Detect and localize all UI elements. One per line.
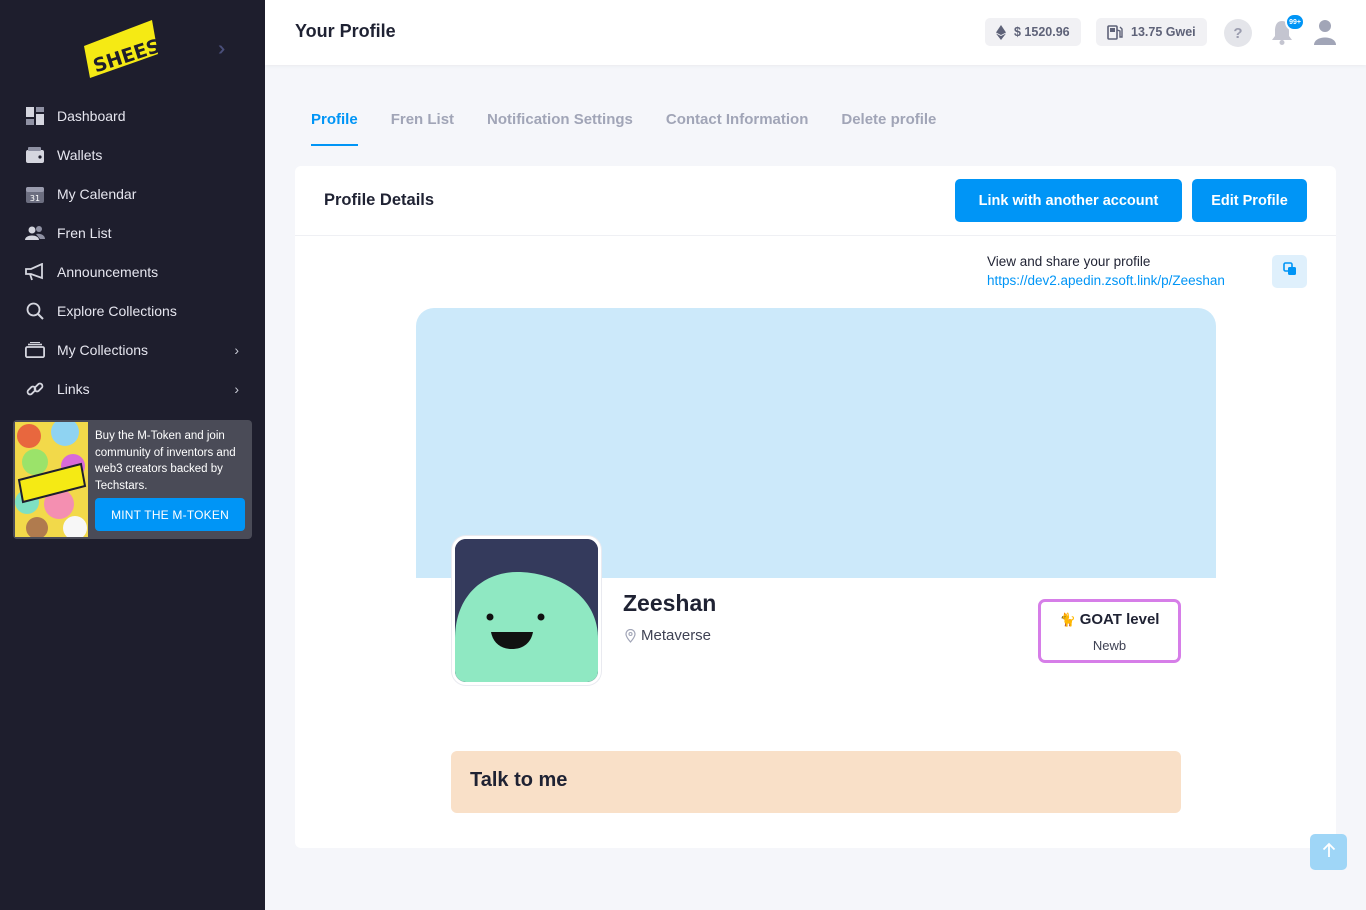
sidebar: SHEESH ›› Dashboard Wallets 31 My Calend… bbox=[0, 0, 265, 910]
profile-location: Metaverse bbox=[625, 627, 711, 644]
megaphone-icon bbox=[25, 262, 45, 282]
card-header: Profile Details Link with another accoun… bbox=[295, 166, 1336, 236]
top-header: Your Profile $ 1520.96 13.75 Gwei ? 99+ bbox=[265, 0, 1366, 65]
sidebar-nav: Dashboard Wallets 31 My Calendar Fren Li… bbox=[0, 96, 265, 408]
profile-share-link[interactable]: https://dev2.apedin.zsoft.link/p/Zeeshan bbox=[987, 273, 1225, 288]
location-pin-icon bbox=[625, 628, 636, 643]
chevron-right-icon: › bbox=[234, 342, 239, 358]
goat-level-title-text: GOAT level bbox=[1079, 611, 1160, 628]
help-button[interactable]: ? bbox=[1224, 19, 1252, 47]
sidebar-item-label: Dashboard bbox=[57, 107, 126, 124]
card-title: Profile Details bbox=[324, 191, 435, 209]
edit-profile-button[interactable]: Edit Profile bbox=[1192, 179, 1307, 222]
copy-link-button[interactable] bbox=[1272, 255, 1307, 288]
sidebar-item-my-calendar[interactable]: 31 My Calendar bbox=[0, 174, 265, 213]
sidebar-item-links[interactable]: Links › bbox=[0, 369, 265, 408]
profile-location-text: Metaverse bbox=[641, 627, 712, 644]
eth-price-badge: $ 1520.96 bbox=[985, 18, 1081, 46]
sidebar-item-my-collections[interactable]: My Collections › bbox=[0, 330, 265, 369]
mint-promo-card: Buy the M-Token and join community of in… bbox=[13, 420, 252, 539]
user-avatar-icon[interactable] bbox=[1313, 19, 1337, 45]
search-icon bbox=[25, 301, 45, 321]
mint-token-button[interactable]: MINT THE M-TOKEN bbox=[95, 498, 245, 531]
tab-delete-profile[interactable]: Delete profile bbox=[841, 111, 936, 146]
tab-contact-information[interactable]: Contact Information bbox=[666, 111, 809, 146]
tab-profile[interactable]: Profile bbox=[311, 111, 358, 146]
link-account-button[interactable]: Link with another account bbox=[955, 179, 1182, 222]
talk-to-me-title: Talk to me bbox=[470, 769, 568, 791]
share-profile-label: View and share your profile bbox=[987, 254, 1151, 269]
profile-tabs: Profile Fren List Notification Settings … bbox=[311, 111, 969, 146]
collection-icon bbox=[25, 340, 45, 360]
wallet-icon bbox=[25, 145, 45, 165]
tab-notification-settings[interactable]: Notification Settings bbox=[487, 111, 633, 146]
sidebar-item-label: My Collections bbox=[57, 341, 149, 358]
sidebar-item-explore-collections[interactable]: Explore Collections bbox=[0, 291, 265, 330]
sidebar-item-fren-list[interactable]: Fren List bbox=[0, 213, 265, 252]
sidebar-item-wallets[interactable]: Wallets bbox=[0, 135, 265, 174]
goat-level-badge: 🐈 GOAT level Newb bbox=[1038, 599, 1181, 663]
profile-details-card: Profile Details Link with another accoun… bbox=[295, 166, 1336, 848]
sidebar-item-label: Explore Collections bbox=[57, 302, 177, 319]
goat-level-value: Newb bbox=[1092, 638, 1127, 653]
link-icon bbox=[25, 379, 45, 399]
sidebar-item-label: Fren List bbox=[57, 224, 112, 241]
eth-price-value: $ 1520.96 bbox=[1014, 25, 1070, 39]
profile-name: Zeeshan bbox=[623, 590, 717, 616]
svg-text:31: 31 bbox=[30, 194, 40, 203]
dashboard-icon bbox=[25, 106, 45, 126]
gas-price-value: 13.75 Gwei bbox=[1131, 25, 1196, 39]
sidebar-item-announcements[interactable]: Announcements bbox=[0, 252, 265, 291]
promo-artwork-image bbox=[15, 422, 88, 537]
promo-text: Buy the M-Token and join community of in… bbox=[95, 430, 236, 492]
arrow-up-icon bbox=[1322, 842, 1336, 863]
talk-to-me-section: Talk to me bbox=[451, 751, 1181, 813]
profile-avatar[interactable] bbox=[452, 536, 601, 685]
scroll-to-top-button[interactable] bbox=[1310, 834, 1347, 870]
sidebar-item-label: Links bbox=[57, 380, 90, 397]
sidebar-item-dashboard[interactable]: Dashboard bbox=[0, 96, 265, 135]
sidebar-item-label: My Calendar bbox=[57, 185, 137, 202]
goat-level-title: 🐈 GOAT level bbox=[1041, 611, 1178, 628]
tab-fren-list[interactable]: Fren List bbox=[391, 111, 454, 146]
gas-price-badge: 13.75 Gwei bbox=[1096, 18, 1207, 46]
goat-emoji-icon: 🐈 bbox=[1059, 612, 1076, 627]
chevron-right-icon: › bbox=[234, 381, 239, 397]
sidebar-item-label: Wallets bbox=[57, 146, 103, 163]
collapse-sidebar-icon[interactable]: ›› bbox=[218, 38, 227, 61]
ethereum-icon bbox=[996, 24, 1006, 40]
copy-icon bbox=[1282, 262, 1297, 281]
calendar-icon: 31 bbox=[25, 184, 45, 204]
sheesh-logo[interactable]: SHEESH bbox=[82, 18, 178, 80]
notification-count-badge: 99+ bbox=[1285, 13, 1305, 31]
page-title: Your Profile bbox=[295, 21, 396, 41]
gas-pump-icon bbox=[1107, 24, 1123, 40]
users-icon bbox=[25, 223, 45, 243]
sidebar-item-label: Announcements bbox=[57, 263, 159, 280]
